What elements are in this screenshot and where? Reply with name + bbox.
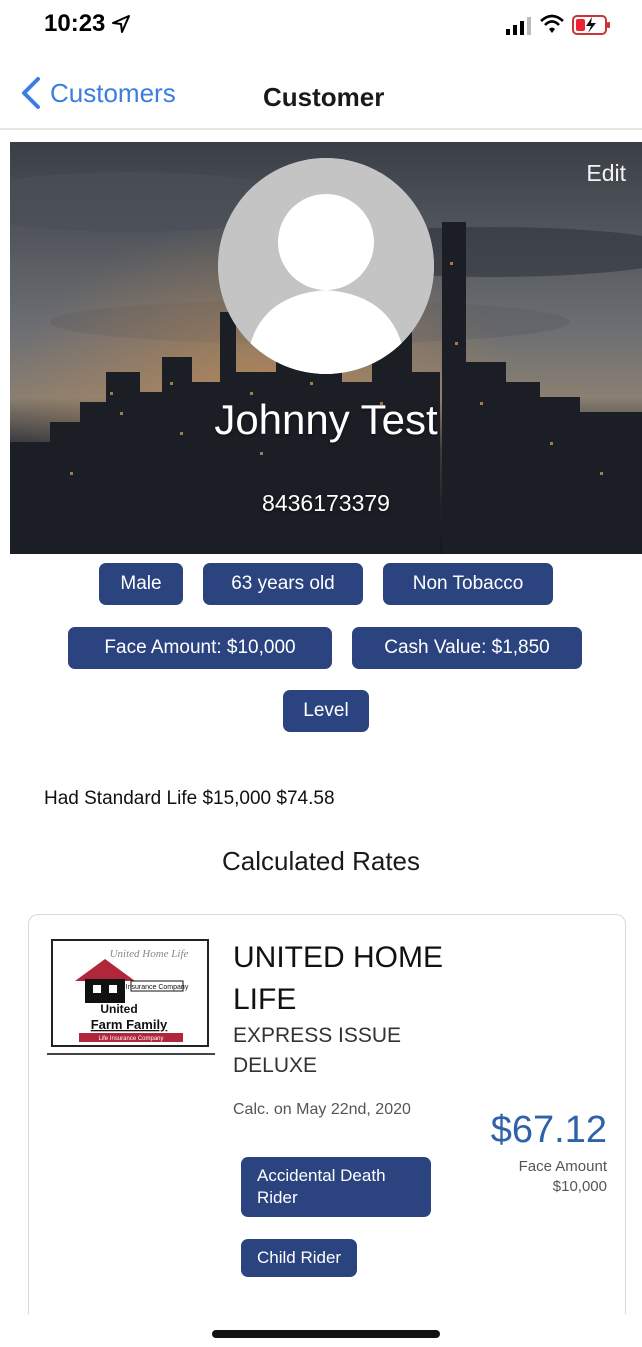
- wifi-icon: [540, 14, 564, 33]
- cash-value-badge: Cash Value: $1,850: [352, 627, 582, 669]
- rate-card[interactable]: United Home Life Insurance Company Unite…: [28, 914, 626, 1314]
- location-arrow-icon: [112, 15, 130, 33]
- navigation-bar: Customers Customer: [0, 62, 642, 130]
- logo-top-text: United Home Life: [110, 948, 189, 960]
- customer-phone: 8436173379: [262, 490, 390, 516]
- logo-brand-line2: Farm Family: [91, 1017, 168, 1032]
- avatar: [218, 158, 434, 374]
- battery-charging-icon: [572, 15, 610, 35]
- plan-type-badge: Level: [283, 690, 369, 732]
- edit-button[interactable]: Edit: [586, 160, 626, 187]
- status-time: 10:23: [44, 10, 106, 37]
- page-title: Customer: [263, 82, 385, 112]
- face-amount-badge: Face Amount: $10,000: [68, 627, 332, 669]
- face-amount-label: Face Amount: [518, 1158, 607, 1175]
- logo-brand-line1: United: [100, 1002, 137, 1016]
- logo-insurance-text: Insurance Company: [126, 984, 189, 991]
- status-bar: 10:23: [0, 0, 642, 60]
- cellular-signal-icon: [506, 17, 531, 35]
- user-placeholder-icon: [218, 158, 434, 374]
- age-badge: 63 years old: [203, 563, 363, 605]
- tobacco-badge: Non Tobacco: [383, 563, 553, 605]
- customer-name: Johnny Test: [214, 396, 438, 443]
- product-name: EXPRESS ISSUE DELUXE: [233, 1024, 402, 1077]
- logo-brand-sub: Life Insurance Company: [98, 1036, 163, 1042]
- company-logo: United Home Life Insurance Company Unite…: [51, 939, 209, 1047]
- section-title: Calculated Rates: [222, 846, 420, 876]
- logo-divider: [47, 1053, 215, 1055]
- calculation-date: Calc. on May 22nd, 2020: [233, 1101, 411, 1118]
- company-name: UNITED HOME LIFE: [233, 941, 443, 1016]
- existing-policy-summary: Had Standard Life $15,000 $74.58: [44, 788, 335, 809]
- gender-badge: Male: [99, 563, 183, 605]
- rider-accidental-death: Accidental Death Rider: [241, 1157, 431, 1217]
- profile-header: Edit Johnny Test 8436173379: [10, 142, 642, 554]
- face-amount-info: Face Amount $10,000: [519, 1157, 607, 1197]
- rider-child: Child Rider: [241, 1239, 358, 1277]
- face-amount-value: $10,000: [552, 1178, 607, 1195]
- premium-price: $67.12: [490, 1109, 607, 1151]
- back-button[interactable]: Customers: [20, 76, 176, 110]
- chevron-left-icon: [22, 77, 40, 109]
- home-indicator[interactable]: [212, 1330, 440, 1338]
- back-button-label: Customers: [50, 77, 176, 108]
- united-home-life-logo: United Home Life Insurance Company Unite…: [75, 948, 189, 1042]
